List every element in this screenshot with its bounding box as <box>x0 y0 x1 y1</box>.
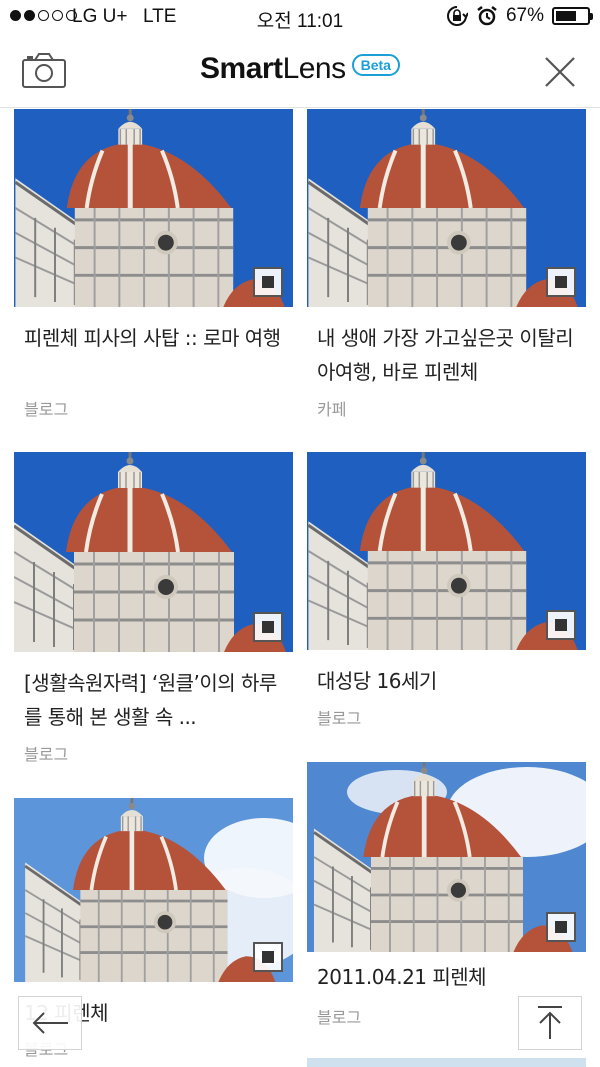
image-icon <box>546 912 576 942</box>
logo-text-secondary: Lens <box>282 52 347 85</box>
logo-text-primary: Smart <box>200 52 283 85</box>
beta-badge: Beta <box>351 54 400 76</box>
result-source: 블로그 <box>24 745 69 764</box>
result-card[interactable]: 대성당 16세기 블로그 <box>307 452 586 742</box>
close-icon <box>545 57 575 87</box>
image-icon <box>546 610 576 640</box>
result-card[interactable]: [생활속원자력] ‘원클’이의 하루를 통해 본 생활 속 ... 블로그 <box>14 452 293 772</box>
result-thumbnail[interactable] <box>307 109 586 307</box>
image-icon <box>546 267 576 297</box>
result-thumbnail[interactable] <box>307 762 586 952</box>
result-source: 카페 <box>317 400 347 419</box>
battery-percentage: 67% <box>505 5 544 26</box>
scroll-top-button[interactable] <box>518 996 582 1050</box>
result-title[interactable]: 2011.04.21 피렌체 <box>317 960 587 994</box>
result-card[interactable]: 내 생애 가장 가고싶은곳 이탈리아여행, 바로 피렌체 카페 <box>307 109 586 429</box>
image-icon <box>253 612 283 642</box>
result-thumbnail[interactable] <box>14 452 293 652</box>
result-title[interactable]: 피렌체 피사의 사탑 :: 로마 여행 <box>24 321 294 355</box>
result-source: 블로그 <box>317 709 362 728</box>
result-title[interactable]: 내 생애 가장 가고싶은곳 이탈리아여행, 바로 피렌체 <box>317 321 587 389</box>
result-card[interactable]: 피렌체 피사의 사탑 :: 로마 여행 블로그 <box>14 109 293 429</box>
result-source: 블로그 <box>317 1008 362 1027</box>
status-bar: LG U+ LTE 오전 11:01 67% <box>0 0 600 34</box>
result-thumbnail[interactable] <box>14 798 293 982</box>
back-button[interactable] <box>18 996 82 1050</box>
result-thumbnail[interactable] <box>14 109 293 307</box>
result-title[interactable]: [생활속원자력] ‘원클’이의 하루를 통해 본 생활 속 ... <box>24 666 294 734</box>
result-thumbnail[interactable] <box>307 1058 586 1067</box>
result-thumbnail[interactable] <box>307 452 586 650</box>
results-grid: 피렌체 피사의 사탑 :: 로마 여행 블로그 내 생애 가장 가고싶은곳 이탈… <box>0 109 600 1067</box>
image-icon <box>253 267 283 297</box>
arrow-up-icon <box>538 1006 562 1039</box>
image-icon <box>253 942 283 972</box>
close-button[interactable] <box>540 52 580 92</box>
rotation-lock-icon <box>447 6 468 26</box>
result-title[interactable]: 대성당 16세기 <box>317 664 587 698</box>
arrow-left-icon <box>32 1012 68 1034</box>
app-header: SmartLens Beta <box>0 34 600 108</box>
result-source: 블로그 <box>24 400 69 419</box>
smartlens-logo: SmartLens Beta <box>0 52 600 86</box>
alarm-icon <box>477 6 497 26</box>
battery-icon <box>552 7 593 25</box>
